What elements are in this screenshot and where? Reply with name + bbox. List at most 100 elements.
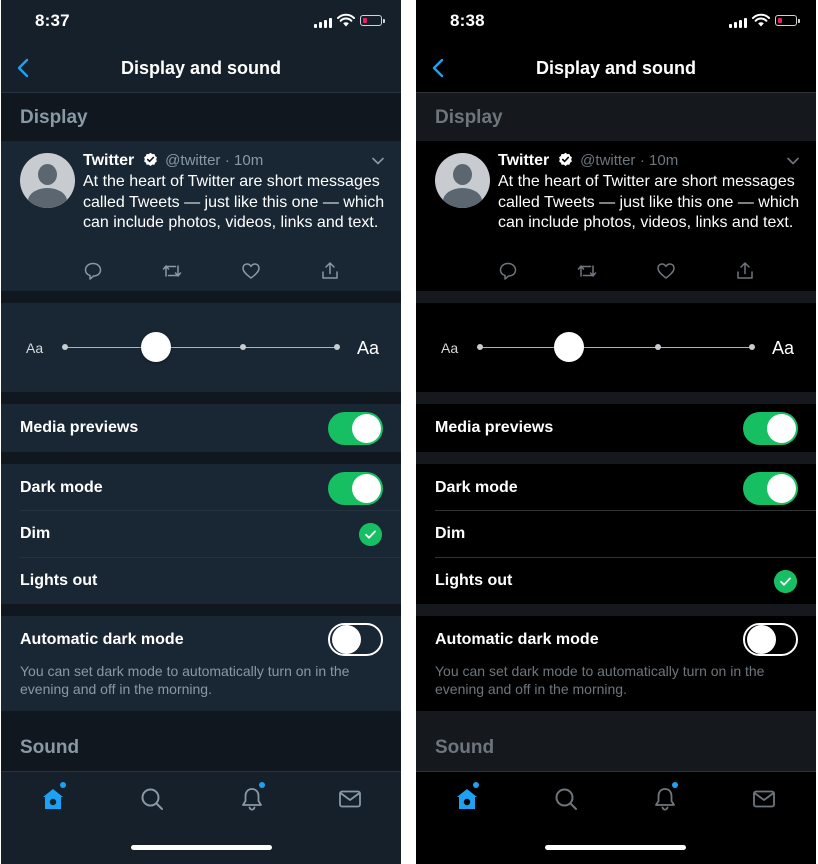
tweet-text: At the heart of Twitter are short messag… [498,173,800,232]
tab-bar [416,771,816,864]
status-time: 8:37 [35,11,70,30]
media-previews-label: Media previews [435,419,554,436]
retweet-icon[interactable] [162,261,182,281]
tweet-actions [83,261,353,281]
home-icon[interactable] [454,786,480,812]
font-size-small-label: Aa [441,340,459,356]
slider-stop[interactable] [477,344,483,350]
tweet-handle: @twitter [165,152,221,169]
font-size-large-label: Aa [772,338,795,358]
dark-mode-toggle[interactable] [328,472,383,505]
section-header-sound: Sound [416,711,816,771]
page-title: Display and sound [535,58,697,78]
battery-icon [775,15,800,26]
home-new-badge [473,782,479,788]
dark-mode-group: Dark mode Dim Lights out [416,464,816,604]
share-icon[interactable] [320,261,340,281]
page-title: Display and sound [120,58,282,78]
font-size-slider[interactable]: Aa Aa [1,303,401,392]
dark-mode-toggle[interactable] [743,472,798,505]
reply-icon[interactable] [83,261,103,281]
phone-screen-lights-out: 8:38 Display and sound Display Twitter @… [416,0,816,864]
share-icon[interactable] [735,261,755,281]
slider-stop[interactable] [62,344,68,350]
media-previews-toggle[interactable] [743,412,798,445]
lights-out-option[interactable]: Lights out [416,558,816,604]
section-header-display: Display [416,93,816,141]
dark-mode-label: Dark mode [435,479,518,496]
slider-track[interactable] [480,347,754,348]
automatic-dark-mode-label: Automatic dark mode [20,631,184,648]
slider-stop[interactable] [334,344,340,350]
slider-track[interactable] [65,347,339,348]
verified-badge-icon [143,152,157,166]
wifi-icon [337,13,355,27]
tweet-preview: Twitter @twitter · 10m At the heart of T… [416,141,816,291]
avatar [20,153,75,208]
automatic-dark-mode-toggle[interactable] [743,623,798,656]
lights-out-label: Lights out [435,572,513,589]
slider-thumb[interactable] [554,332,584,362]
automatic-dark-mode-row[interactable]: Automatic dark mode You can set dark mod… [1,616,401,711]
slider-stop[interactable] [655,344,661,350]
automatic-dark-mode-description: You can set dark mode to automatically t… [435,663,765,697]
spacer [416,452,816,464]
section-header-display: Display [1,93,401,141]
dim-option[interactable]: Dim [416,511,816,557]
dim-option[interactable]: Dim [1,511,401,557]
dim-label: Dim [20,525,51,542]
avatar [435,153,490,208]
slider-stop[interactable] [749,344,755,350]
automatic-dark-mode-toggle[interactable] [328,623,383,656]
lights-out-label: Lights out [20,572,98,589]
chevron-down-icon[interactable] [371,156,385,166]
messages-icon[interactable] [337,786,363,812]
section-title: Sound [435,737,495,758]
like-icon[interactable] [241,261,261,281]
font-size-slider[interactable]: Aa Aa [416,303,816,392]
tweet-time: · 10m [224,152,264,169]
slider-thumb[interactable] [141,332,171,362]
tweet-time: · 10m [639,152,679,169]
media-previews-row[interactable]: Media previews [1,404,401,452]
tweet-meta: Twitter @twitter · 10m [83,152,263,170]
automatic-dark-mode-label: Automatic dark mode [435,631,599,648]
automatic-dark-mode-row[interactable]: Automatic dark mode You can set dark mod… [416,616,816,711]
notifications-icon[interactable] [239,786,265,812]
media-previews-row[interactable]: Media previews [416,404,816,452]
notifications-icon[interactable] [652,786,678,812]
status-time: 8:38 [450,11,485,30]
cellular-signal-icon [729,16,747,28]
spacer [1,604,401,616]
spacer [1,452,401,464]
reply-icon[interactable] [498,261,518,281]
checkmark-icon [774,570,797,593]
like-icon[interactable] [656,261,676,281]
status-bar: 8:38 [416,0,816,44]
home-new-badge [60,782,66,788]
chevron-down-icon[interactable] [786,156,800,166]
spacer [416,291,816,303]
spacer [416,392,816,404]
phone-screen-dim: 8:37 Display and sound Display Twitter @… [1,0,401,864]
tweet-text: At the heart of Twitter are short messag… [83,173,385,232]
media-previews-toggle[interactable] [328,412,383,445]
battery-icon [360,15,385,26]
messages-icon[interactable] [751,786,777,812]
lights-out-option[interactable]: Lights out [1,558,401,604]
dim-label: Dim [435,525,466,542]
home-icon[interactable] [40,786,66,812]
tweet-author-name: Twitter [498,152,550,169]
verified-badge-icon [558,152,572,166]
wifi-icon [752,13,770,27]
spacer [1,291,401,303]
retweet-icon[interactable] [577,261,597,281]
spacer [416,604,816,616]
search-icon[interactable] [139,786,165,812]
font-size-large-label: Aa [357,338,380,358]
automatic-dark-mode-description: You can set dark mode to automatically t… [20,663,350,697]
tweet-author-name: Twitter [83,152,135,169]
slider-stop[interactable] [240,344,246,350]
search-icon[interactable] [553,786,579,812]
tweet-meta: Twitter @twitter · 10m [498,152,678,170]
